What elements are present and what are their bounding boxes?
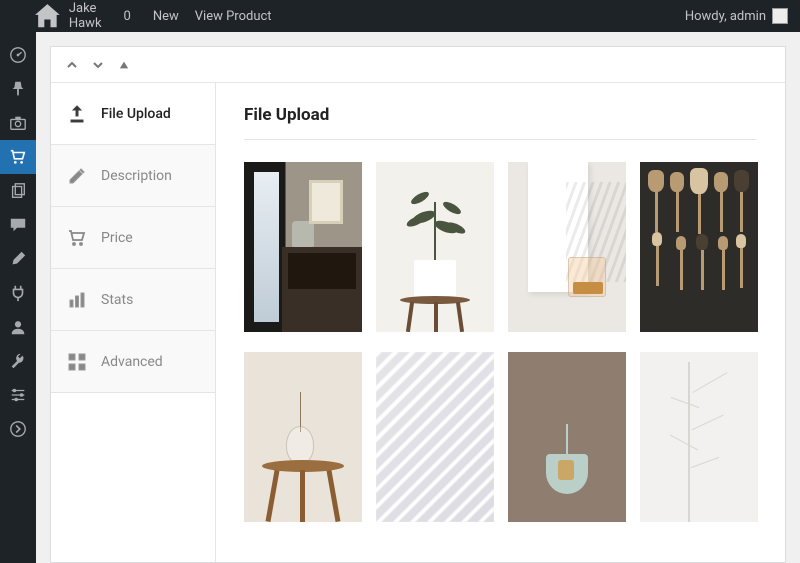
sliders-icon — [9, 386, 27, 404]
panel: File Upload Description Price Stats — [50, 46, 786, 563]
pin-icon — [9, 80, 27, 98]
tab-price[interactable]: Price — [51, 207, 215, 269]
chevron-down-icon — [92, 59, 104, 71]
menu-appearance[interactable] — [0, 242, 36, 276]
upload-thumb[interactable] — [508, 162, 626, 332]
divider — [244, 139, 757, 140]
upload-grid — [244, 162, 757, 522]
pages-icon — [9, 182, 27, 200]
menu-settings[interactable] — [0, 378, 36, 412]
cart-icon — [9, 148, 27, 166]
admin-bar-left: Jake Hawk 0 New View Product — [8, 0, 280, 32]
menu-comments[interactable] — [0, 208, 36, 242]
tab-advanced[interactable]: Advanced — [51, 331, 215, 393]
menu-dashboard[interactable] — [0, 38, 36, 72]
new-label: New — [153, 9, 179, 24]
comments-link[interactable]: 0 — [110, 0, 139, 32]
menu-media[interactable] — [0, 106, 36, 140]
admin-menu — [0, 32, 36, 563]
panel-body: File Upload Description Price Stats — [51, 83, 785, 562]
upload-thumb[interactable] — [508, 352, 626, 522]
site-name: Jake Hawk — [69, 1, 102, 31]
howdy-text: Howdy, admin — [685, 9, 766, 24]
chevron-up-icon — [66, 59, 78, 71]
view-product-link[interactable]: View Product — [187, 0, 280, 32]
tab-file-upload[interactable]: File Upload — [51, 83, 215, 145]
triangle-up-icon — [119, 60, 129, 70]
new-link[interactable]: New — [139, 0, 187, 32]
panel-toolbar — [51, 47, 785, 83]
collapse-icon — [9, 420, 27, 438]
avatar — [772, 8, 788, 24]
user-icon — [9, 318, 27, 336]
menu-collapse[interactable] — [0, 412, 36, 446]
bar-chart-icon — [67, 290, 87, 310]
tab-description[interactable]: Description — [51, 145, 215, 207]
plug-icon — [9, 284, 27, 302]
view-label: View Product — [195, 9, 272, 24]
tab-label: File Upload — [101, 106, 171, 122]
shell: File Upload Description Price Stats — [0, 32, 800, 563]
comment-menu-icon — [9, 216, 27, 234]
comments-count: 0 — [124, 9, 131, 24]
wrench-icon — [9, 352, 27, 370]
upload-thumb[interactable] — [640, 162, 758, 332]
menu-users[interactable] — [0, 310, 36, 344]
tab-label: Advanced — [101, 354, 163, 370]
dashboard-icon — [9, 46, 27, 64]
panel-collapse[interactable] — [115, 56, 133, 74]
admin-bar-right[interactable]: Howdy, admin — [685, 8, 792, 24]
main-area: File Upload — [216, 83, 785, 562]
menu-products[interactable] — [0, 140, 36, 174]
home-icon — [32, 1, 63, 32]
tab-label: Stats — [101, 292, 133, 308]
content: File Upload Description Price Stats — [36, 32, 800, 563]
upload-thumb[interactable] — [640, 352, 758, 522]
menu-pages[interactable] — [0, 174, 36, 208]
upload-icon — [67, 104, 87, 124]
pencil-icon — [67, 166, 87, 186]
tab-label: Description — [101, 168, 172, 184]
menu-plugins[interactable] — [0, 276, 36, 310]
grid-icon — [67, 352, 87, 372]
section-title: File Upload — [244, 105, 757, 125]
upload-thumb[interactable] — [244, 352, 362, 522]
admin-bar: Jake Hawk 0 New View Product Howdy, admi… — [0, 0, 800, 32]
site-name-link[interactable]: Jake Hawk — [24, 0, 110, 32]
tab-stats[interactable]: Stats — [51, 269, 215, 331]
side-tabs: File Upload Description Price Stats — [51, 83, 216, 562]
wp-logo[interactable] — [8, 0, 24, 32]
tab-label: Price — [101, 230, 133, 246]
panel-move-up[interactable] — [63, 56, 81, 74]
upload-thumb[interactable] — [376, 162, 494, 332]
upload-thumb[interactable] — [244, 162, 362, 332]
camera-icon — [9, 114, 27, 132]
cart-tab-icon — [67, 228, 87, 248]
menu-tools[interactable] — [0, 344, 36, 378]
upload-thumb[interactable] — [376, 352, 494, 522]
panel-move-down[interactable] — [89, 56, 107, 74]
brush-icon — [9, 250, 27, 268]
menu-posts[interactable] — [0, 72, 36, 106]
